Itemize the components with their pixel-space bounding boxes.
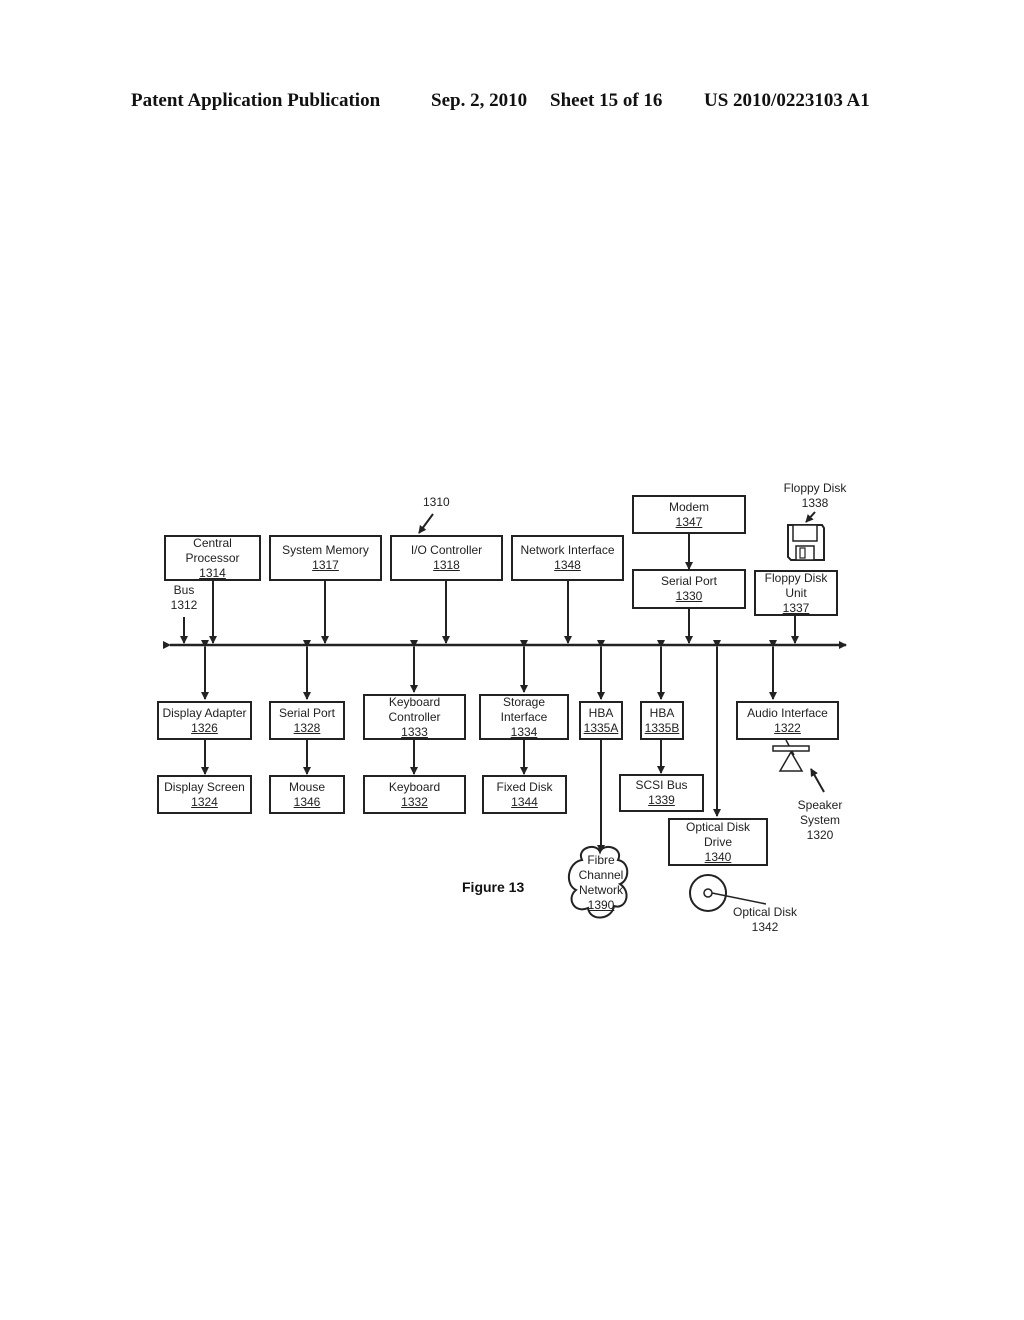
system-memory-box[interactable]: System Memory 1317 xyxy=(269,535,382,581)
hba-b-box[interactable]: HBA 1335B xyxy=(640,701,684,740)
mouse-box[interactable]: Mouse 1346 xyxy=(269,775,345,814)
speaker-cone-icon xyxy=(778,750,804,772)
bus-label: Bus 1312 xyxy=(170,583,198,612)
io-controller-box[interactable]: I/O Controller 1318 xyxy=(390,535,503,581)
keyboard-box[interactable]: Keyboard 1332 xyxy=(363,775,466,814)
modem-box[interactable]: Modem 1347 xyxy=(632,495,746,534)
floppy-disk-pointer xyxy=(805,511,816,523)
display-screen-box[interactable]: Display Screen 1324 xyxy=(157,775,252,814)
figure-caption: Figure 13 xyxy=(462,879,525,895)
speaker-pointer xyxy=(810,768,825,793)
network-interface-box[interactable]: Network Interface 1348 xyxy=(511,535,624,581)
fixed-disk-box[interactable]: Fixed Disk 1344 xyxy=(482,775,567,814)
system-ref-pointer xyxy=(418,513,434,534)
serial-port-bottom-box[interactable]: Serial Port 1328 xyxy=(269,701,345,740)
audio-interface-box[interactable]: Audio Interface 1322 xyxy=(736,701,839,740)
floppy-disk-unit-box[interactable]: Floppy Disk Unit 1337 xyxy=(754,570,838,616)
speaker-bar xyxy=(772,745,810,752)
display-adapter-box[interactable]: Display Adapter 1326 xyxy=(157,701,252,740)
scsi-bus-box[interactable]: SCSI Bus 1339 xyxy=(619,774,704,812)
optical-disk-drive-box[interactable]: Optical Disk Drive 1340 xyxy=(668,818,768,866)
hba-a-box[interactable]: HBA 1335A xyxy=(579,701,623,740)
connection-lines xyxy=(163,511,847,919)
system-ref-label: 1310 xyxy=(423,495,450,509)
speaker-system-label: Speaker System 1320 xyxy=(797,798,843,842)
fibre-channel-network-label: Fibre Channel Network 1390 xyxy=(578,853,624,912)
floppy-disk-icon xyxy=(787,524,825,561)
optical-disk-label: Optical Disk 1342 xyxy=(732,905,797,934)
keyboard-controller-box[interactable]: Keyboard Controller 1333 xyxy=(363,694,466,740)
storage-interface-box[interactable]: Storage Interface 1334 xyxy=(479,694,569,740)
floppy-disk-label: Floppy Disk 1338 xyxy=(783,481,847,510)
serial-port-top-box[interactable]: Serial Port 1330 xyxy=(632,569,746,609)
central-processor-box[interactable]: Central Processor 1314 xyxy=(164,535,261,581)
